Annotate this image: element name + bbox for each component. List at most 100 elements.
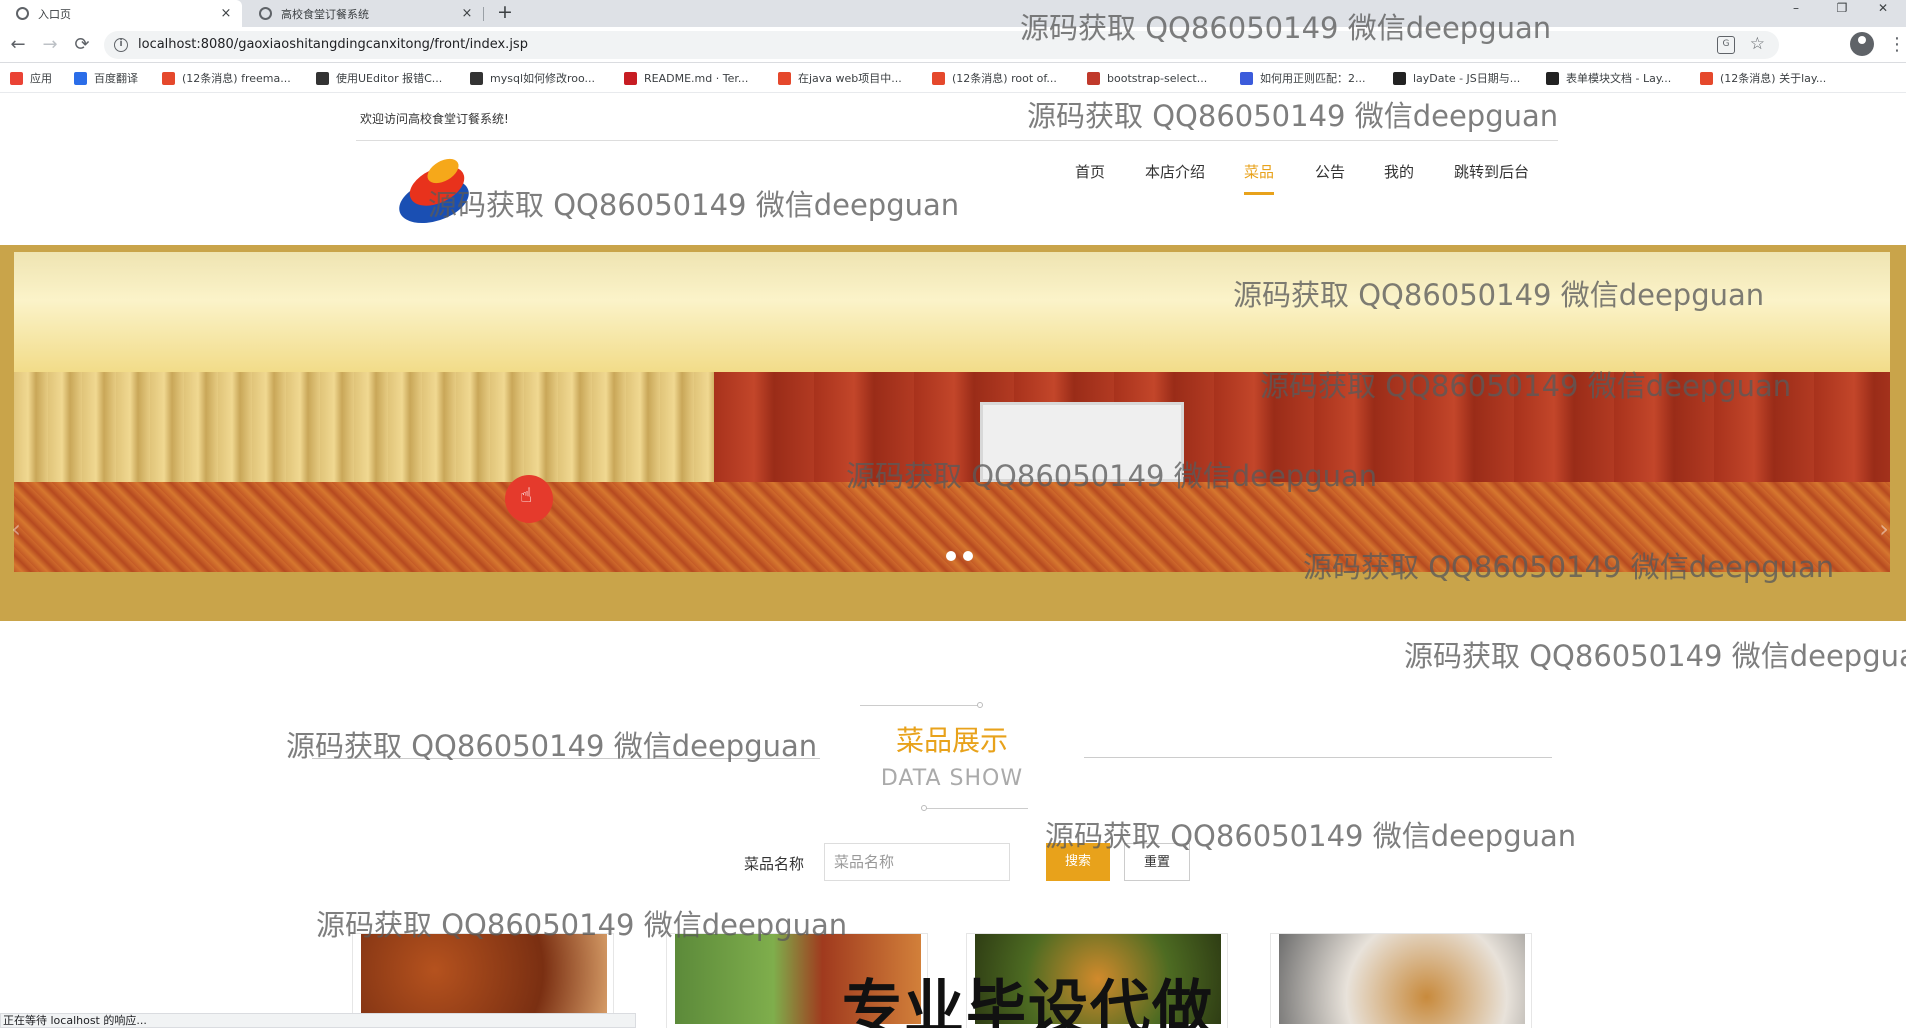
dish-image	[361, 934, 607, 1024]
new-tab-button[interactable]: +	[494, 1, 516, 25]
heading-dot	[977, 702, 983, 708]
profile-avatar-icon[interactable]	[1850, 32, 1874, 56]
layui-icon	[1393, 71, 1406, 85]
bookmark-item[interactable]: (12条消息) freema...	[162, 70, 291, 86]
bookmark-label: 使用UEditor 报错C...	[336, 72, 443, 85]
browser-window: { "browser": { "tabs": [ {"title": "入口页"…	[0, 0, 1906, 1028]
bookmark-item[interactable]: 使用UEditor 报错C...	[316, 70, 442, 86]
dish-name-label: 菜品名称	[744, 855, 805, 873]
dish-image	[1279, 934, 1525, 1024]
watermark: 源码获取 QQ86050149 微信deepguan	[1260, 369, 1792, 403]
section-subtitle: DATA SHOW	[880, 766, 1024, 791]
bookmark-label: bootstrap-select...	[1107, 71, 1208, 85]
heading-dot	[921, 805, 927, 811]
carousel-dot[interactable]	[946, 551, 956, 561]
site-favicon-icon	[259, 7, 272, 20]
bookmark-label: 应用	[30, 72, 52, 85]
feather-icon	[316, 71, 329, 85]
nav-item[interactable]: 菜品	[1244, 151, 1275, 195]
baidu-translate-icon	[74, 71, 87, 85]
bookmark-item[interactable]: (12条消息) root of...	[932, 70, 1057, 86]
tab-entry-page[interactable]: 入口页 ×	[0, 0, 242, 27]
bookmark-label: 如何用正则匹配：2...	[1260, 72, 1366, 85]
watermark: 源码获取 QQ86050149 微信deepguan	[1020, 11, 1552, 45]
nav-item[interactable]: 跳转到后台	[1454, 151, 1529, 195]
info-icon[interactable]: i	[114, 38, 128, 52]
tab-strip: 入口页 × 高校食堂订餐系统 × + – ❐ ✕	[0, 0, 1906, 27]
nav-item[interactable]: 我的	[1384, 151, 1414, 195]
dish-name-input[interactable]	[824, 843, 1010, 881]
close-tab-icon[interactable]: ×	[216, 6, 236, 21]
globe-icon	[16, 7, 29, 20]
bookmark-label: README.md · Ter...	[644, 71, 749, 85]
gitee-icon	[624, 71, 637, 85]
close-window-button[interactable]: ✕	[1860, 0, 1906, 18]
section-title: 菜品展示	[895, 724, 1008, 757]
bookmark-label: layDate - JS日期与...	[1413, 72, 1521, 85]
tab-title: 入口页	[38, 7, 71, 21]
watermark: 源码获取 QQ86050149 微信deepguan	[846, 459, 1378, 493]
apps-grid-icon	[10, 71, 23, 85]
bookmark-item[interactable]: 表单模块文档 - Lay...	[1546, 70, 1671, 86]
maximize-button[interactable]: ❐	[1819, 0, 1865, 18]
csdn-icon	[1700, 71, 1713, 85]
csdn-icon	[932, 71, 945, 85]
carousel-next-icon[interactable]: ›	[1872, 515, 1896, 555]
heading-line-right	[1084, 757, 1552, 758]
minimize-button[interactable]: –	[1773, 0, 1819, 18]
hand-cursor-icon: ☝	[520, 483, 533, 507]
csdn-icon	[162, 71, 175, 85]
browser-toolbar: ← → ⟳ i localhost:8080/gaoxiaoshitangdin…	[0, 27, 1906, 63]
nav-item[interactable]: 本店介绍	[1145, 151, 1205, 195]
paw-icon	[1240, 71, 1253, 85]
bookmark-item[interactable]: 在java web项目中...	[778, 70, 902, 86]
nav-item[interactable]: 公告	[1315, 151, 1345, 195]
carousel-dot[interactable]	[963, 551, 973, 561]
bookmarks-bar: 应用 百度翻译 (12条消息) freema... 使用UEditor 报错C... m…	[0, 63, 1906, 93]
heading-line-bottom	[924, 808, 1028, 809]
bookmark-item[interactable]: layDate - JS日期与...	[1393, 70, 1520, 86]
url-text[interactable]: localhost:8080/gaoxiaoshitangdingcanxito…	[138, 37, 528, 52]
bookmark-label: (12条消息) root of...	[952, 72, 1057, 85]
header-divider	[356, 140, 1558, 141]
watermark: 源码获取 QQ86050149 微信deepguan	[316, 908, 848, 942]
watermark: 源码获取 QQ86050149 微信deepguan	[286, 729, 818, 763]
watermark: 源码获取 QQ86050149 微信deepguan	[428, 188, 960, 222]
bookmark-item[interactable]: bootstrap-select...	[1087, 70, 1207, 86]
bookmark-item[interactable]: (12条消息) 关于lay...	[1700, 70, 1826, 86]
translate-icon[interactable]: G	[1717, 36, 1735, 54]
bookmark-item[interactable]: 应用	[10, 70, 52, 86]
bookmark-label: 百度翻译	[94, 72, 138, 85]
carousel-prev-icon[interactable]: ‹	[4, 515, 28, 555]
watermark: 源码获取 QQ86050149 微信deepguan	[1404, 639, 1906, 673]
back-button[interactable]: ←	[6, 33, 30, 57]
close-tab-icon[interactable]: ×	[457, 6, 477, 21]
bookmark-item[interactable]: 百度翻译	[74, 70, 138, 86]
ad-banner-text: 专业毕设代做	[842, 974, 1214, 1028]
docs-icon	[1087, 71, 1100, 85]
watermark: 源码获取 QQ86050149 微信deepguan	[1045, 819, 1577, 853]
bookmark-item[interactable]: README.md · Ter...	[624, 70, 748, 86]
reload-button[interactable]: ⟳	[70, 33, 94, 57]
bookmark-label: (12条消息) 关于lay...	[1720, 72, 1827, 85]
nav-item[interactable]: 首页	[1075, 151, 1105, 195]
watermark: 源码获取 QQ86050149 微信deepguan	[1303, 550, 1835, 584]
status-bar: 正在等待 localhost 的响应...	[0, 1013, 636, 1028]
welcome-text: 欢迎访问高校食堂订餐系统!	[360, 112, 509, 126]
bookmark-item[interactable]: 如何用正则匹配：2...	[1240, 70, 1366, 86]
layui-icon	[1546, 71, 1559, 85]
watermark: 源码获取 QQ86050149 微信deepguan	[1233, 278, 1765, 312]
bookmark-star-icon[interactable]: ☆	[1750, 34, 1765, 54]
forward-button[interactable]: →	[38, 33, 62, 57]
bookmark-label: mysql如何修改roo...	[490, 72, 596, 85]
tab-divider	[483, 7, 484, 21]
dish-card[interactable]	[1270, 933, 1532, 1028]
watermark: 源码获取 QQ86050149 微信deepguan	[1027, 99, 1559, 133]
bookmark-label: 表单模块文档 - Lay...	[1566, 72, 1672, 85]
csdn-icon	[778, 71, 791, 85]
bookmark-item[interactable]: mysql如何修改roo...	[470, 70, 595, 86]
tab-canteen-system[interactable]: 高校食堂订餐系统 ×	[243, 0, 483, 27]
feather-icon	[470, 71, 483, 85]
browser-menu-icon[interactable]: ⋮	[1888, 33, 1906, 57]
bookmark-label: 在java web项目中...	[798, 72, 902, 85]
